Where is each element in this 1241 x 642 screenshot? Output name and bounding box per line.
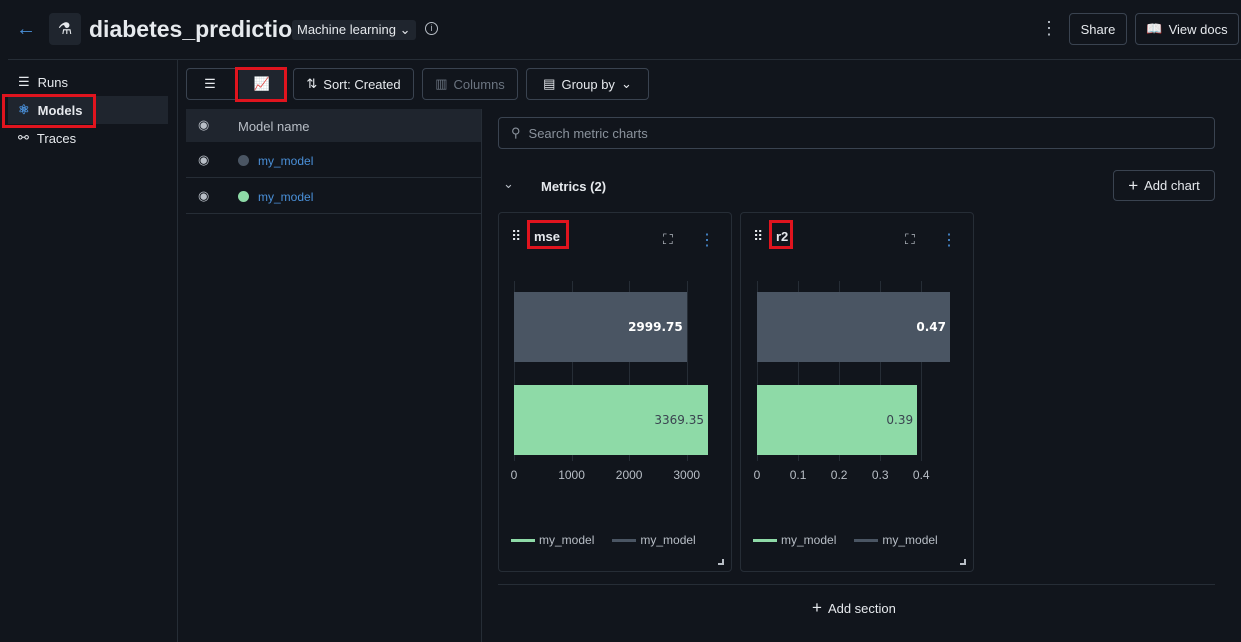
plus-icon: +: [1128, 175, 1139, 195]
view-mode-toggle: ☰ 📈: [186, 68, 286, 100]
list-view-button[interactable]: ☰: [187, 76, 233, 92]
sidebar-item-runs[interactable]: ☰ Runs: [8, 68, 168, 96]
chart-title: mse: [534, 229, 561, 244]
legend-swatch: [612, 539, 637, 543]
search-icon: ⚲: [511, 125, 521, 140]
columns-label: Columns: [453, 76, 505, 92]
resize-handle-icon[interactable]: [718, 559, 724, 565]
bar-value-label: 3369.35: [654, 413, 704, 427]
sort-label: Sort: Created: [323, 76, 401, 92]
model-link[interactable]: my_model: [258, 190, 313, 204]
header-divider: [8, 59, 1241, 60]
x-tick-label: 2000: [615, 468, 643, 482]
search-input[interactable]: ⚲ Search metric charts: [498, 117, 1215, 149]
model-color-dot: [238, 191, 249, 202]
x-tick-label: 3000: [673, 468, 701, 482]
legend-label: my_model: [781, 533, 837, 547]
plus-icon: +: [812, 598, 822, 617]
x-tick-label: 0.3: [871, 468, 889, 482]
x-tick-label: 1000: [558, 468, 585, 482]
sort-icon: ⇅: [306, 76, 318, 91]
sidebar-item-label: Traces: [36, 130, 77, 146]
columns-icon: ▥: [435, 76, 448, 91]
legend-item[interactable]: my_model: [854, 533, 938, 547]
more-options-icon[interactable]: ⋮: [1040, 18, 1058, 39]
kebab-menu-icon[interactable]: ⋮: [699, 230, 715, 250]
fullscreen-icon[interactable]: ⛶: [663, 231, 673, 248]
chart-title: r2: [776, 229, 789, 244]
models-icon: ⚛: [18, 102, 30, 117]
legend-swatch: [511, 539, 535, 543]
bar-value-label: 2999.75: [628, 320, 683, 334]
fullscreen-icon[interactable]: ⛶: [905, 231, 915, 248]
x-tick-label: 0: [510, 468, 518, 482]
drag-handle-icon[interactable]: ⠿: [753, 228, 763, 245]
eye-icon[interactable]: ◉: [198, 117, 209, 133]
legend-swatch: [753, 539, 777, 543]
experiment-type-label: Machine learning: [297, 22, 397, 37]
legend-label: my_model: [882, 533, 938, 547]
legend-item[interactable]: my_model: [612, 533, 696, 547]
view-docs-label: View docs: [1168, 21, 1228, 37]
panel-divider: [481, 109, 482, 642]
view-docs-button[interactable]: 📖 View docs: [1135, 13, 1239, 45]
add-chart-button[interactable]: + Add chart: [1113, 170, 1215, 201]
section-divider: [498, 584, 1215, 585]
group-by-label: Group by: [561, 76, 615, 92]
legend-item[interactable]: my_model: [753, 533, 836, 547]
sort-button[interactable]: ⇅ Sort: Created: [293, 68, 414, 100]
add-chart-label: Add chart: [1144, 178, 1200, 193]
list-icon: ☰: [18, 74, 30, 89]
legend-swatch: [854, 539, 879, 543]
search-placeholder: Search metric charts: [528, 125, 648, 141]
model-link[interactable]: my_model: [258, 154, 313, 168]
info-icon[interactable]: i: [425, 22, 438, 35]
chevron-down-icon: ⌄: [620, 76, 632, 91]
collapse-chevron-icon[interactable]: ⌄: [503, 176, 514, 192]
legend-label: my_model: [539, 533, 595, 547]
drag-handle-icon[interactable]: ⠿: [511, 228, 521, 245]
book-icon: 📖: [1146, 21, 1163, 36]
sidebar-item-models[interactable]: ⚛ Models: [8, 96, 168, 124]
back-arrow-icon[interactable]: ←: [16, 18, 36, 41]
bar-value-label: 0.47: [916, 320, 946, 334]
bar-value-label: 0.39: [886, 413, 914, 427]
table-header: [186, 109, 481, 142]
add-section-button[interactable]: + Add section: [812, 598, 896, 618]
x-tick-label: 0: [753, 468, 761, 482]
sidebar-item-label: Runs: [37, 74, 69, 90]
traces-icon: ⚯: [18, 130, 29, 145]
x-tick-label: 0.4: [912, 468, 930, 482]
eye-icon[interactable]: ◉: [198, 188, 209, 204]
group-icon: ▤: [543, 76, 556, 91]
eye-icon[interactable]: ◉: [198, 152, 209, 168]
chart-legend: my_model my_model: [753, 533, 938, 547]
model-color-dot: [238, 155, 249, 166]
columns-button[interactable]: ▥ Columns: [422, 68, 518, 100]
page-title: diabetes_prediction: [89, 16, 307, 42]
sidebar-divider: [177, 60, 178, 642]
experiment-icon: ⚗: [49, 13, 81, 45]
chart-view-button[interactable]: 📈: [239, 69, 285, 99]
group-by-button[interactable]: ▤ Group by ⌄: [526, 68, 649, 100]
resize-handle-icon[interactable]: [960, 559, 966, 565]
chart-legend: my_model my_model: [511, 533, 696, 547]
legend-item[interactable]: my_model: [511, 533, 594, 547]
table-row: ◉ my_model: [186, 178, 481, 214]
column-header-model-name[interactable]: Model name: [238, 119, 310, 134]
kebab-menu-icon[interactable]: ⋮: [941, 230, 957, 250]
x-tick-label: 0.2: [830, 468, 848, 482]
sidebar-item-traces[interactable]: ⚯ Traces: [8, 124, 168, 152]
add-section-label: Add section: [827, 600, 896, 616]
x-tick-label: 0.1: [789, 468, 807, 482]
share-button[interactable]: Share: [1069, 13, 1127, 45]
section-title: Metrics (2): [541, 179, 607, 194]
share-label: Share: [1080, 21, 1116, 37]
sidebar-item-label: Models: [37, 102, 83, 118]
experiment-type-select[interactable]: Machine learning ⌄: [292, 20, 416, 40]
legend-label: my_model: [640, 533, 696, 547]
table-row: ◉ my_model: [186, 142, 481, 178]
